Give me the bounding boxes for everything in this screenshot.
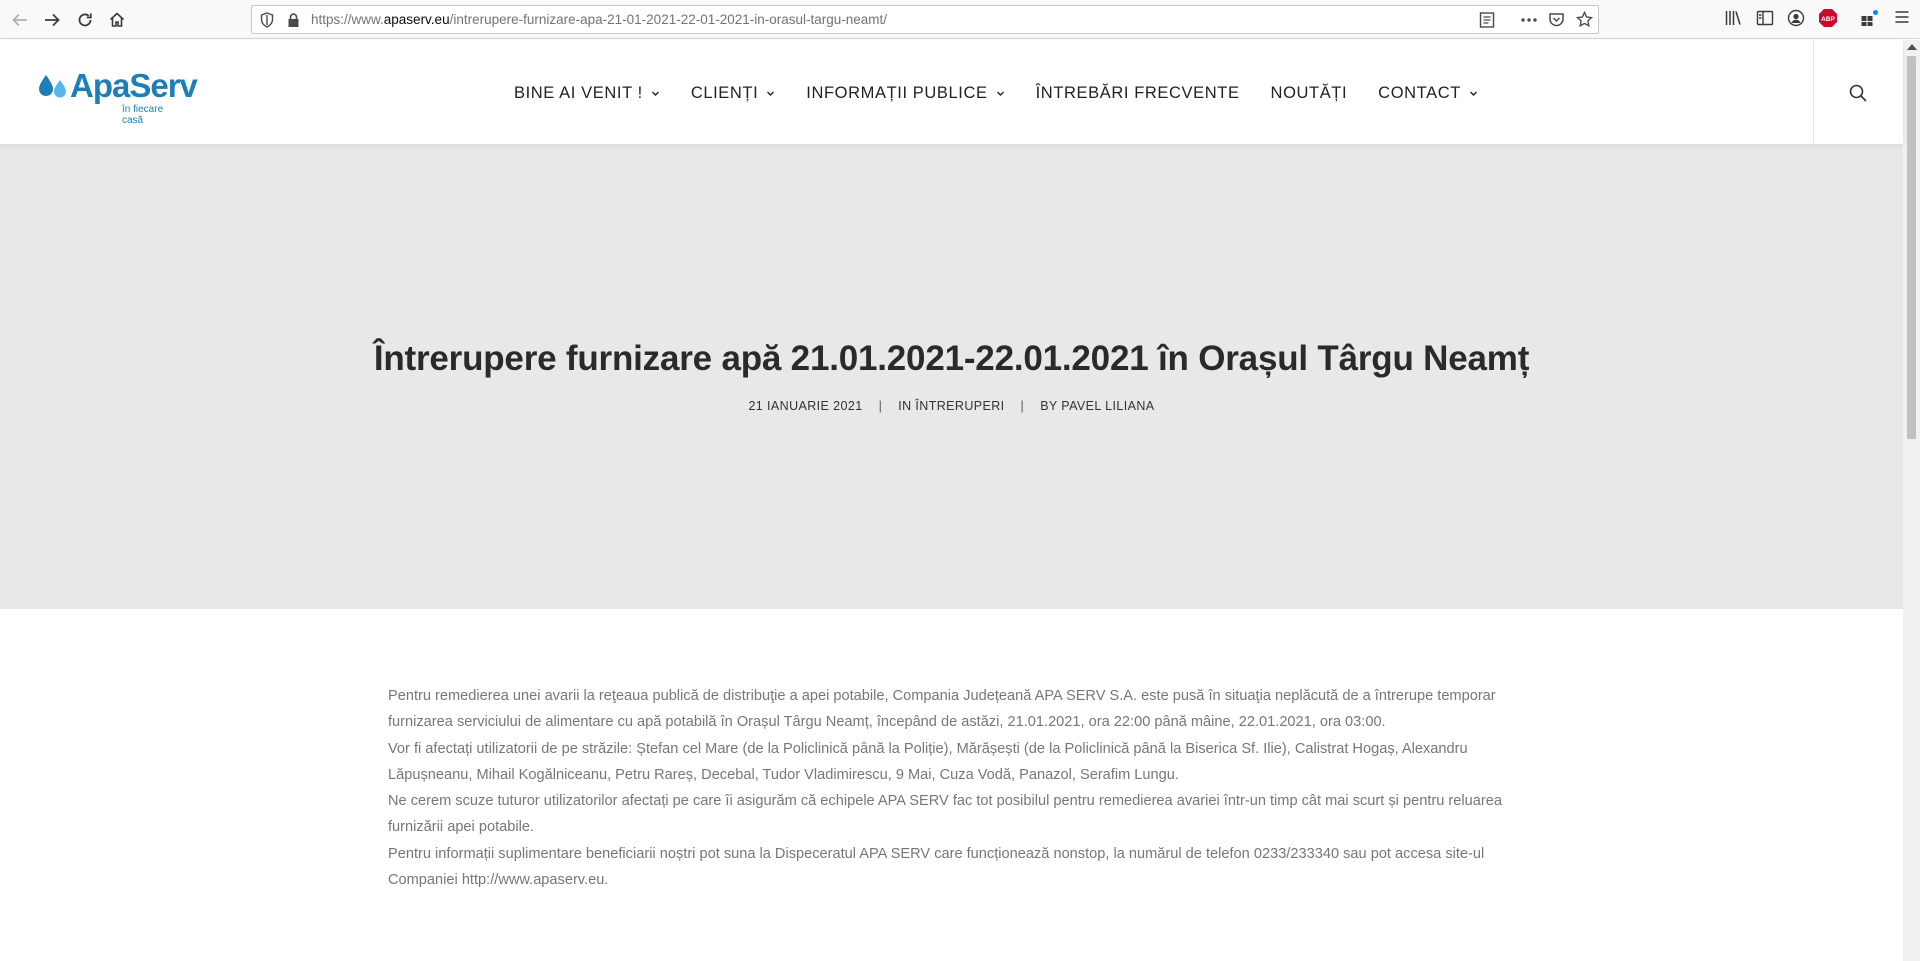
scrollbar-thumb[interactable] [1907, 56, 1916, 439]
nav-item-label: NOUTĂȚI [1270, 84, 1348, 102]
page-scrollbar[interactable] [1903, 40, 1920, 961]
nav-item-label: INFORMAȚII PUBLICE [806, 84, 988, 102]
article-paragraph: Pentru remedierea unei avarii la reţeaua… [388, 688, 1496, 731]
chevron-down-icon [996, 91, 1004, 96]
site-logo[interactable]: ApaServ în fiecare casă [36, 67, 198, 126]
star-icon[interactable] [1575, 10, 1594, 33]
svg-text:ABP: ABP [1821, 16, 1835, 23]
url-bar[interactable]: https://www.apaserv.eu/intrerupere-furni… [251, 5, 1599, 34]
extensions-icon[interactable] [1860, 9, 1880, 32]
post-author[interactable]: BY PAVEL LILIANA [1040, 399, 1154, 413]
article-paragraph: Vor fi afectați utilizatorii de pe străz… [388, 740, 1468, 783]
nav-item-label: CLIENȚI [690, 84, 759, 102]
water-drops-icon [39, 75, 66, 98]
pocket-icon[interactable] [1548, 11, 1565, 33]
nav-item-label: BINE AI VENIT ! [514, 84, 643, 102]
url-text[interactable]: https://www.apaserv.eu/intrerupere-furni… [311, 12, 887, 27]
nav-item-contact[interactable]: CONTACT [1378, 84, 1478, 103]
nav-item-label: CONTACT [1378, 84, 1461, 102]
chevron-down-icon [1469, 91, 1477, 96]
page-title: Întrerupere furnizare apă 21.01.2021-22.… [373, 339, 1530, 378]
nav-item-intrebari-frecvente[interactable]: ÎNTREBĂRI FRECVENTE [1036, 84, 1240, 103]
account-icon[interactable] [1787, 9, 1805, 32]
search-icon [1849, 84, 1867, 102]
page-hero: Întrerupere furnizare apă 21.01.2021-22.… [0, 144, 1903, 609]
post-meta: 21 IANUARIE 2021 | IN ÎNTRERUPERI | BY P… [0, 399, 1903, 413]
lock-icon[interactable] [287, 12, 300, 33]
adblock-icon[interactable]: ABP [1818, 8, 1838, 33]
header-divider [1813, 40, 1814, 144]
nav-item-label: ÎNTREBĂRI FRECVENTE [1035, 84, 1240, 102]
reload-icon[interactable] [73, 8, 97, 32]
home-icon[interactable] [105, 8, 129, 32]
article-body: Pentru remedierea unei avarii la reţeaua… [388, 683, 1513, 893]
post-date: 21 IANUARIE 2021 [748, 399, 863, 413]
scroll-up-arrow-icon[interactable] [1907, 44, 1917, 50]
hamburger-menu-icon[interactable] [1894, 9, 1910, 30]
reader-view-icon[interactable] [1479, 11, 1495, 34]
main-navigation: BINE AI VENIT ! CLIENȚI INFORMAȚII PUBLI… [514, 84, 1509, 103]
post-category[interactable]: IN ÎNTRERUPERI [898, 399, 1004, 413]
browser-toolbar: https://www.apaserv.eu/intrerupere-furni… [0, 0, 1920, 39]
back-arrow-icon[interactable] [8, 8, 32, 32]
nav-item-informatii-publice[interactable]: INFORMAȚII PUBLICE [806, 84, 1004, 103]
library-icon[interactable] [1724, 9, 1742, 32]
sidebar-icon[interactable] [1756, 9, 1774, 32]
article-paragraph: Ne cerem scuze tuturor utilizatorilor af… [388, 793, 1502, 836]
site-header: ApaServ în fiecare casă BINE AI VENIT ! … [0, 40, 1903, 144]
search-button[interactable] [1848, 83, 1870, 105]
more-icon[interactable] [1520, 12, 1538, 33]
meta-separator: | [878, 399, 883, 413]
meta-separator: | [1020, 399, 1025, 413]
nav-item-bine-ai-venit[interactable]: BINE AI VENIT ! [514, 84, 660, 103]
chevron-down-icon [651, 91, 659, 96]
logo-wordmark: ApaServ [70, 67, 198, 104]
nav-item-clienti[interactable]: CLIENȚI [691, 84, 775, 103]
forward-arrow-icon[interactable] [40, 8, 64, 32]
article-paragraph: Pentru informații suplimentare beneficia… [388, 845, 1485, 889]
tracking-shield-icon[interactable] [260, 12, 274, 33]
chevron-down-icon [767, 91, 775, 96]
logo-tagline: în fiecare casă [122, 104, 164, 126]
nav-item-noutati[interactable]: NOUTĂȚI [1271, 84, 1348, 103]
